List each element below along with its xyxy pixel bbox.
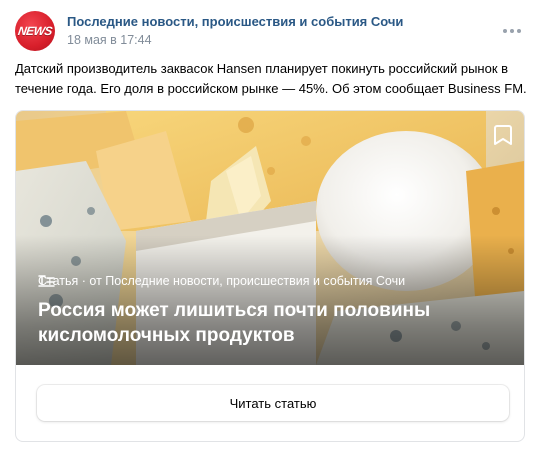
article-meta-text: Статья · от Последние новости, происшест… bbox=[38, 274, 406, 288]
post-date[interactable]: 18 мая в 17:44 bbox=[67, 33, 152, 47]
article-title[interactable]: Россия может лишиться почти половины кис… bbox=[38, 298, 508, 348]
post-author-link[interactable]: Последние новости, происшествия и событи… bbox=[67, 14, 403, 29]
read-article-button[interactable]: Читать статью bbox=[37, 385, 509, 421]
article-meta: Статья · от Последние новости, происшест… bbox=[38, 274, 405, 288]
wall-post: NEWS Последние новости, происшествия и с… bbox=[0, 0, 539, 450]
article-cover-image[interactable]: Статья · от Последние новости, происшест… bbox=[16, 111, 524, 365]
avatar-logo: NEWS bbox=[17, 24, 53, 38]
post-text: Датский производитель заквасок Hansen пл… bbox=[15, 61, 527, 96]
article-icon bbox=[38, 275, 55, 287]
avatar[interactable]: NEWS bbox=[15, 11, 55, 51]
bookmark-icon[interactable] bbox=[492, 123, 514, 147]
more-dots-icon[interactable] bbox=[503, 28, 521, 34]
article-card[interactable]: Статья · от Последние новости, происшест… bbox=[15, 110, 525, 442]
